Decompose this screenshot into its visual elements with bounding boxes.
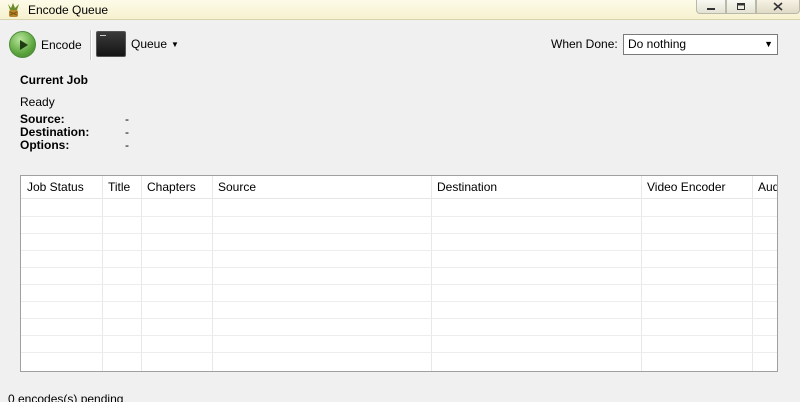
source-label: Source: xyxy=(20,112,65,126)
source-value: - xyxy=(125,112,129,126)
close-button[interactable] xyxy=(756,0,800,14)
when-done-label: When Done: xyxy=(551,37,618,51)
status-bar: 0 encodes(s) pending xyxy=(0,392,800,402)
column-header-source[interactable]: Source xyxy=(212,176,431,199)
encode-button[interactable]: Encode xyxy=(9,31,82,58)
column-header-job-status[interactable]: Job Status xyxy=(21,176,102,199)
row-divider xyxy=(21,352,777,353)
window-title: Encode Queue xyxy=(28,3,109,17)
column-header-destination[interactable]: Destination xyxy=(431,176,641,199)
play-icon xyxy=(9,31,36,58)
row-divider xyxy=(21,318,777,319)
restore-icon xyxy=(737,3,745,10)
terminal-icon xyxy=(96,31,126,57)
column-divider xyxy=(102,176,103,371)
queue-dropdown-button[interactable]: Queue ▼ xyxy=(96,31,179,57)
column-divider xyxy=(752,176,753,371)
encode-label: Encode xyxy=(41,37,82,52)
when-done-select[interactable]: Do nothing ▼ xyxy=(623,34,778,55)
handbrake-pineapple-icon xyxy=(8,3,19,17)
when-done-value: Do nothing xyxy=(628,37,687,51)
options-label: Options: xyxy=(20,138,70,152)
column-header-audio[interactable]: Audio xyxy=(752,176,777,199)
column-divider xyxy=(141,176,142,371)
row-divider xyxy=(21,335,777,336)
column-header-chapters[interactable]: Chapters xyxy=(141,176,212,199)
column-header-video-encoder[interactable]: Video Encoder xyxy=(641,176,752,199)
current-job-title: Current Job xyxy=(20,73,89,87)
row-divider xyxy=(21,284,777,285)
column-divider xyxy=(641,176,642,371)
row-divider xyxy=(21,233,777,234)
row-divider xyxy=(21,216,777,217)
options-value: - xyxy=(125,138,129,152)
row-divider xyxy=(21,301,777,302)
pending-count-text: 0 encodes(s) pending xyxy=(8,392,124,402)
window-controls xyxy=(696,0,800,14)
row-divider xyxy=(21,250,777,251)
chevron-down-icon: ▼ xyxy=(764,39,773,49)
toolbar-separator xyxy=(90,30,91,60)
queue-label: Queue xyxy=(131,37,168,51)
minimize-icon xyxy=(707,7,715,10)
current-job-heading: Current Job xyxy=(20,73,88,87)
queue-table[interactable]: Job Status Title Chapters Source Destina… xyxy=(20,175,778,372)
destination-label: Destination: xyxy=(20,125,90,139)
close-icon xyxy=(773,2,783,11)
minimize-button[interactable] xyxy=(696,0,726,14)
dropdown-caret-icon: ▼ xyxy=(171,39,179,49)
title-bar: Encode Queue xyxy=(0,0,800,20)
column-divider xyxy=(431,176,432,371)
destination-value: - xyxy=(125,125,129,139)
maximize-button[interactable] xyxy=(726,0,756,14)
job-status-text: Ready xyxy=(20,95,55,109)
column-header-title[interactable]: Title xyxy=(102,176,141,199)
table-header: Job Status Title Chapters Source Destina… xyxy=(21,176,777,199)
column-divider xyxy=(212,176,213,371)
row-divider xyxy=(21,267,777,268)
